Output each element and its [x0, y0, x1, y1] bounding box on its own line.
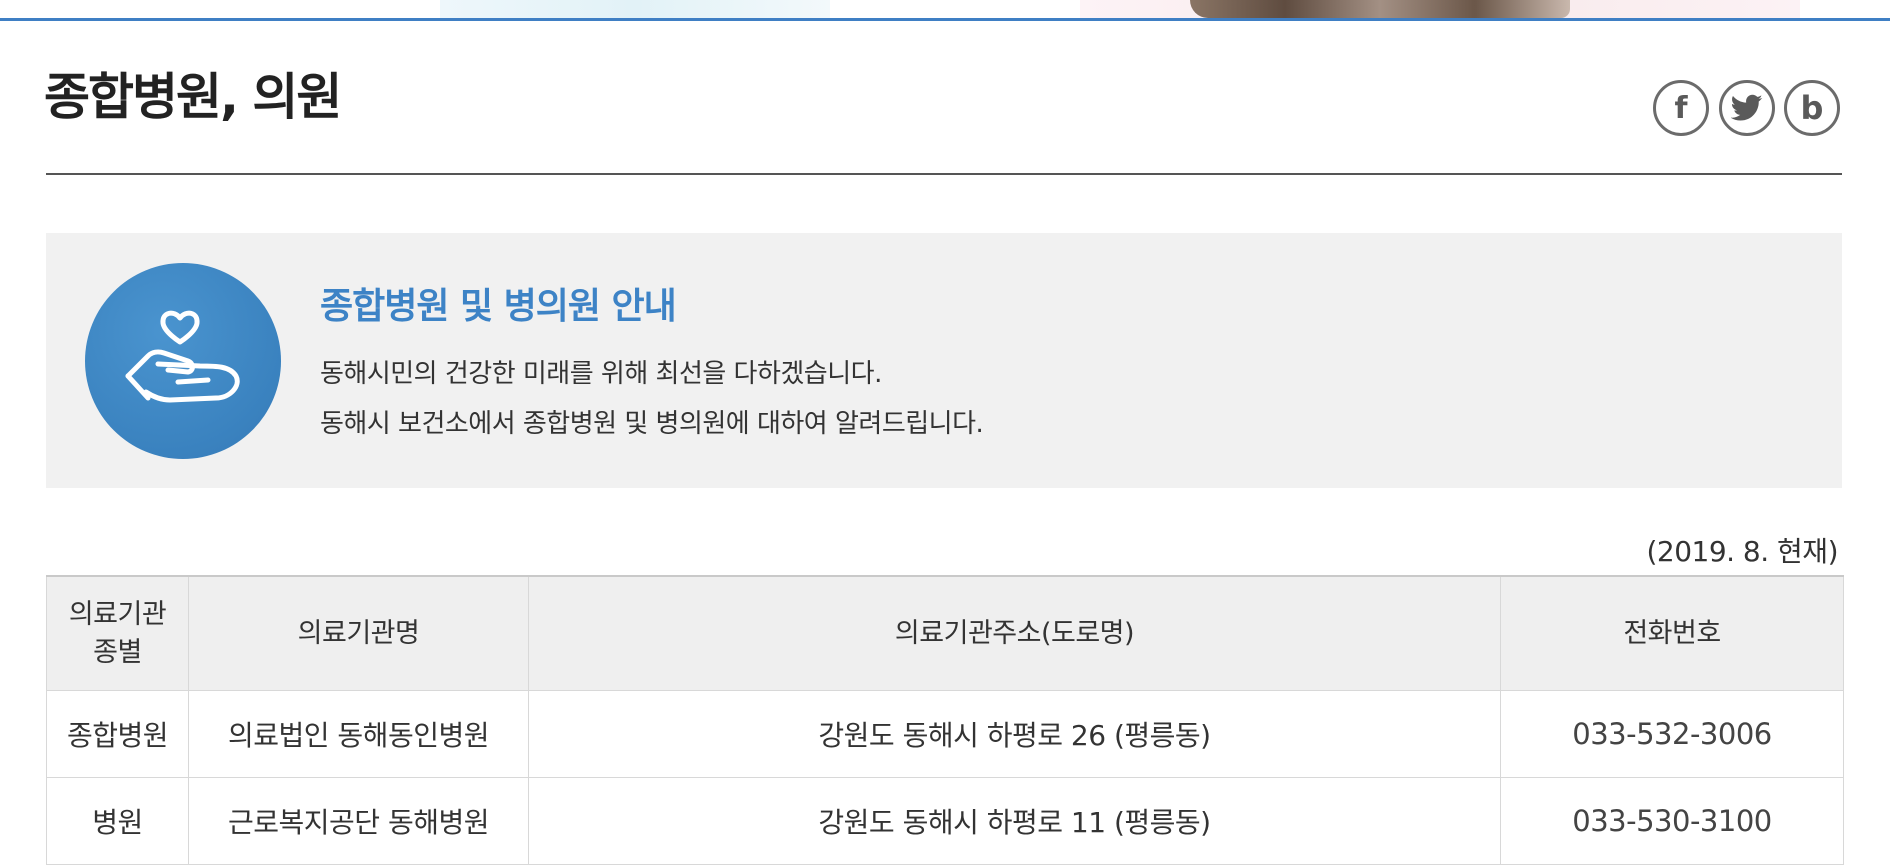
blog-share-button[interactable]: b — [1784, 80, 1840, 136]
column-header-name: 의료기관명 — [188, 575, 529, 691]
cell-phone: 033-532-3006 — [1500, 690, 1844, 778]
column-header-address: 의료기관주소(도로명) — [528, 575, 1501, 691]
cell-type: 병원 — [46, 777, 189, 865]
column-header-type: 의료기관 종별 — [46, 575, 189, 691]
cell-type: 종합병원 — [46, 690, 189, 778]
top-banner — [0, 0, 1890, 18]
twitter-share-button[interactable] — [1719, 80, 1775, 136]
banner-photo — [1190, 0, 1570, 18]
facebook-icon: f — [1674, 90, 1688, 126]
header-accent-line — [0, 18, 1890, 21]
title-divider — [46, 173, 1842, 175]
intro-text-line: 동해시민의 건강한 미래를 위해 최선을 다하겠습니다. — [320, 359, 882, 389]
table-header-row: 의료기관 종별 의료기관명 의료기관주소(도로명) 전화번호 — [46, 575, 1844, 691]
twitter-icon — [1731, 94, 1763, 121]
intro-text-line: 동해시 보건소에서 종합병원 및 병의원에 대하여 알려드립니다. — [320, 409, 984, 439]
blog-icon: b — [1800, 89, 1824, 127]
banner-decoration — [440, 0, 830, 18]
cell-name: 근로복지공단 동해병원 — [188, 777, 529, 865]
as-of-date: (2019. 8. 현재) — [1646, 535, 1838, 568]
heart-in-hand-icon — [85, 263, 281, 459]
table-row: 종합병원 의료법인 동해동인병원 강원도 동해시 하평로 26 (평릉동) 03… — [46, 690, 1844, 778]
cell-phone: 033-530-3100 — [1500, 777, 1844, 865]
cell-address: 강원도 동해시 하평로 26 (평릉동) — [528, 690, 1501, 778]
cell-address: 강원도 동해시 하평로 11 (평릉동) — [528, 777, 1501, 865]
page-title: 종합병원, 의원 — [44, 68, 342, 126]
column-header-phone: 전화번호 — [1500, 575, 1844, 691]
intro-heading: 종합병원 및 병의원 안내 — [320, 286, 677, 327]
cell-name: 의료법인 동해동인병원 — [188, 690, 529, 778]
facebook-share-button[interactable]: f — [1653, 80, 1709, 136]
intro-box: 종합병원 및 병의원 안내 동해시민의 건강한 미래를 위해 최선을 다하겠습니… — [46, 233, 1842, 488]
table-row: 병원 근로복지공단 동해병원 강원도 동해시 하평로 11 (평릉동) 033-… — [46, 777, 1844, 865]
hospital-table: 의료기관 종별 의료기관명 의료기관주소(도로명) 전화번호 종합병원 의료법인… — [46, 575, 1844, 865]
